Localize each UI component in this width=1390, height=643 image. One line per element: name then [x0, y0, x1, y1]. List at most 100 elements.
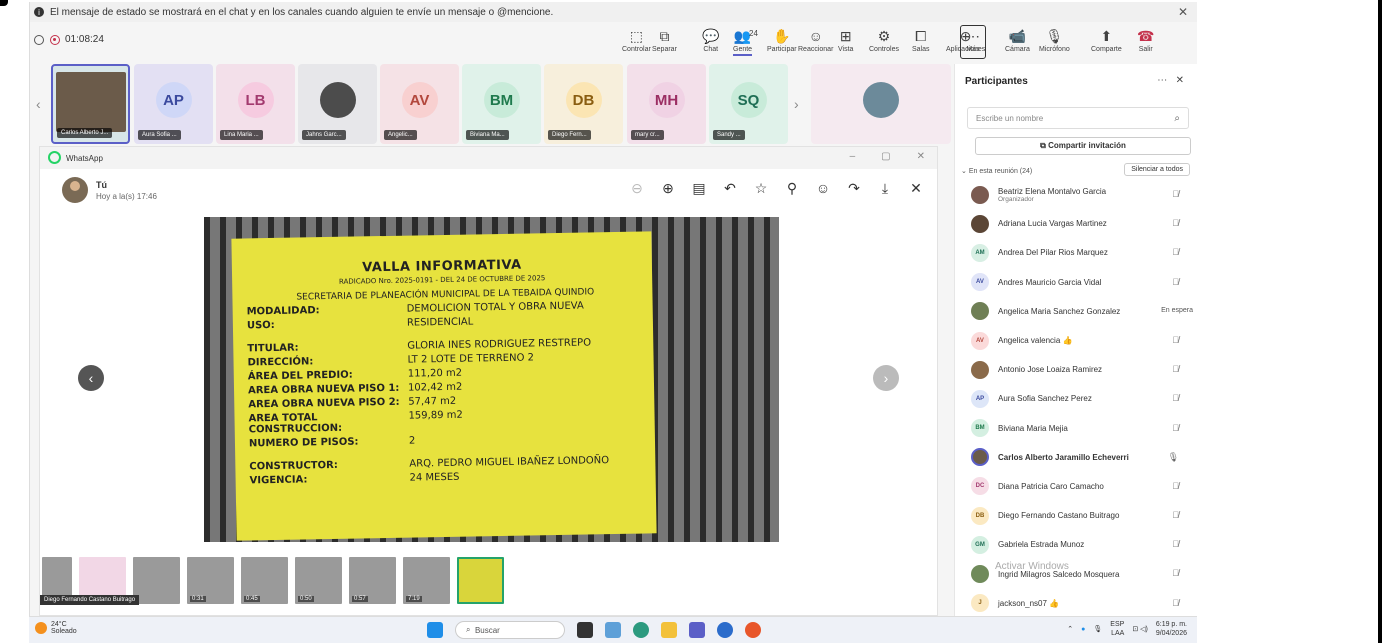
toolbar-gente-button[interactable]: 👥 24 Gente [733, 26, 758, 56]
participant-video-tile[interactable]: Jahns Garc... [298, 64, 377, 144]
participant-row[interactable]: AV Andres Mauricio Garcia Vidal 🎙̸ [955, 268, 1197, 297]
participant-video-tile[interactable]: DB Diego Fern... [544, 64, 623, 144]
minimize-icon[interactable]: – [850, 151, 856, 162]
toolbar-salas-button[interactable]: ⧠ Salas [912, 26, 930, 53]
toolbar-separar-button[interactable]: ⧉ Separar [652, 26, 677, 53]
maximize-icon[interactable]: ▢ [881, 151, 890, 162]
participant-row[interactable]: AM Andrea Del Pilar Rios Marquez 🎙̸ [955, 238, 1197, 267]
participant-row[interactable]: Carlos Alberto Jaramillo Echeverri 🎙 [955, 443, 1197, 472]
browser-icon[interactable] [717, 622, 733, 638]
cloud-icon[interactable]: ● [1081, 626, 1085, 633]
photos-icon[interactable] [605, 622, 621, 638]
participant-row[interactable]: Ingrid Milagros Salcedo Mosquera 🎙̸ [955, 559, 1197, 588]
chevron-up-icon[interactable]: ⌃ [1067, 625, 1073, 633]
mute-all-button[interactable]: Silenciar a todos [1124, 163, 1190, 176]
media-thumbnail[interactable]: 0:50 [295, 557, 342, 604]
toolbar-cmara-button[interactable]: 📹 Cámara [1005, 26, 1030, 53]
media-thumbnail[interactable] [457, 557, 504, 604]
participant-row[interactable]: DC Diana Patricia Caro Camacho 🎙̸ [955, 472, 1197, 501]
close-icon[interactable]: ✕ [917, 151, 925, 162]
pin-icon[interactable]: ⚲ [783, 180, 801, 197]
participant-row[interactable]: Antonio Jose Loaiza Ramirez 🎙̸ [955, 355, 1197, 384]
participant-row[interactable]: Jjackson_ns07 👍 🎙̸ [955, 589, 1197, 616]
media-thumbnail[interactable]: 7:19 [403, 557, 450, 604]
star-icon[interactable]: ☆ [752, 180, 770, 197]
language-indicator[interactable]: ESP LAA [1110, 620, 1124, 638]
media-thumbnail[interactable] [133, 557, 180, 604]
participant-video-tile[interactable]: AP Aura Sofia ... [134, 64, 213, 144]
mic-muted-icon[interactable]: 🎙̸ [1172, 598, 1179, 608]
toolbar-controles-button[interactable]: ⚙ Controles [869, 26, 899, 53]
strip-left-arrow[interactable]: ‹ [36, 96, 41, 112]
participant-row[interactable]: AV Angelica valencia 👍 🎙̸ [955, 326, 1197, 355]
participant-row[interactable]: Beatriz Elena Montalvo Garcia Organizador… [955, 180, 1197, 209]
caption-icon[interactable]: ▤ [690, 180, 708, 197]
mic-muted-icon[interactable]: 🎙̸ [1172, 539, 1179, 549]
media-thumbnail[interactable]: 0:57 [349, 557, 396, 604]
reply-icon[interactable]: ↶ [721, 180, 739, 197]
mic-icon[interactable]: 🎙 [1168, 452, 1179, 463]
toolbar-micrfono-button[interactable]: 🎙 Micrófono [1039, 26, 1070, 53]
file-explorer-icon[interactable] [661, 622, 677, 638]
toolbar-vista-button[interactable]: ⊞ Vista [838, 26, 853, 53]
participant-row[interactable]: Adriana Lucia Vargas Martinez 🎙̸ [955, 209, 1197, 238]
prev-image-button[interactable]: ‹ [78, 365, 104, 391]
clock[interactable]: 6:19 p. m. 9/04/2026 [1156, 620, 1187, 638]
participant-video-tile[interactable]: MH mary cr... [627, 64, 706, 144]
zoom-out-icon[interactable]: ⊖ [628, 180, 646, 197]
toolbar-chat-button[interactable]: 💬 Chat [702, 26, 719, 53]
mic-muted-icon[interactable]: 🎙̸ [1172, 481, 1179, 491]
close-icon[interactable]: ✕ [907, 180, 925, 197]
search-icon[interactable]: ⌕ [1174, 113, 1180, 124]
participant-search-input[interactable]: Escribe un nombre ⌕ [967, 107, 1189, 129]
toolbar-reaccionar-button[interactable]: ☺ Reaccionar [798, 26, 833, 53]
participant-video-tile[interactable] [811, 64, 951, 144]
participant-video-tile[interactable]: LB Lina Maria ... [216, 64, 295, 144]
mic-muted-icon[interactable]: 🎙̸ [1172, 277, 1179, 287]
close-icon[interactable]: ✕ [1178, 5, 1188, 19]
next-image-button[interactable]: › [873, 365, 899, 391]
participant-row[interactable]: BM Biviana Maria Mejia 🎙̸ [955, 414, 1197, 443]
emoji-icon[interactable]: ☺ [814, 180, 832, 197]
mic-muted-icon[interactable]: 🎙 [1093, 625, 1102, 633]
zoom-in-icon[interactable]: ⊕ [659, 180, 677, 197]
forward-icon[interactable]: ↷ [845, 180, 863, 197]
toolbar-salir-button[interactable]: ☎ Salir [1137, 26, 1154, 53]
participant-row[interactable]: DB Diego Fernando Castano Buitrago 🎙̸ [955, 501, 1197, 530]
media-thumbnail[interactable]: 0:31 [187, 557, 234, 604]
participant-video-tile[interactable]: Carlos Alberto J... [51, 64, 130, 144]
participant-row[interactable]: GM Gabriela Estrada Munoz 🎙̸ [955, 530, 1197, 559]
mic-muted-icon[interactable]: 🎙̸ [1172, 364, 1179, 374]
participant-video-tile[interactable]: AV Angelic... [380, 64, 459, 144]
in-meeting-header[interactable]: ⌄ En esta reunión (24) [961, 167, 1032, 175]
mic-muted-icon[interactable]: 🎙̸ [1172, 423, 1179, 433]
toolbar-ms-button[interactable]: ⋯ Más [960, 25, 986, 59]
task-view-icon[interactable] [577, 622, 593, 638]
chrome-icon[interactable] [745, 622, 761, 638]
taskbar-search[interactable]: ⌕ Buscar [455, 621, 565, 639]
mic-muted-icon[interactable]: 🎙̸ [1172, 393, 1179, 403]
mic-muted-icon[interactable]: 🎙̸ [1172, 218, 1179, 228]
toolbar-controlar-button[interactable]: ⬚ Controlar [622, 26, 651, 53]
mic-muted-icon[interactable]: 🎙̸ [1172, 568, 1179, 578]
edge-icon[interactable] [633, 622, 649, 638]
toolbar-comparte-button[interactable]: ⬆ Comparte [1091, 26, 1122, 53]
participant-row[interactable]: Angelica Maria Sanchez Gonzalez En espera [955, 297, 1197, 326]
network-icon[interactable]: ⊡ ◁) [1132, 625, 1148, 633]
share-invite-button[interactable]: ⧉ Compartir invitación [975, 137, 1191, 155]
participant-video-tile[interactable]: BM Biviana Ma... [462, 64, 541, 144]
participant-row[interactable]: AP Aura Sofia Sanchez Perez 🎙̸ [955, 384, 1197, 413]
strip-right-arrow[interactable]: › [794, 96, 799, 112]
teams-icon[interactable] [689, 622, 705, 638]
media-thumbnail[interactable]: 0:45 [241, 557, 288, 604]
weather-widget[interactable]: 24°C Soleado [35, 621, 77, 635]
mic-muted-icon[interactable]: 🎙̸ [1172, 510, 1179, 520]
download-icon[interactable]: ⤓ [876, 180, 894, 197]
toolbar-participar-button[interactable]: ✋ Participar [767, 26, 797, 53]
panel-controls[interactable]: ⋯ ✕ [1157, 75, 1184, 86]
mic-muted-icon[interactable]: 🎙̸ [1172, 189, 1179, 199]
windows-start-icon[interactable] [427, 622, 443, 638]
mic-muted-icon[interactable]: 🎙̸ [1172, 247, 1179, 257]
mic-muted-icon[interactable]: 🎙̸ [1172, 335, 1179, 345]
participant-video-tile[interactable]: SQ Sandy ... [709, 64, 788, 144]
